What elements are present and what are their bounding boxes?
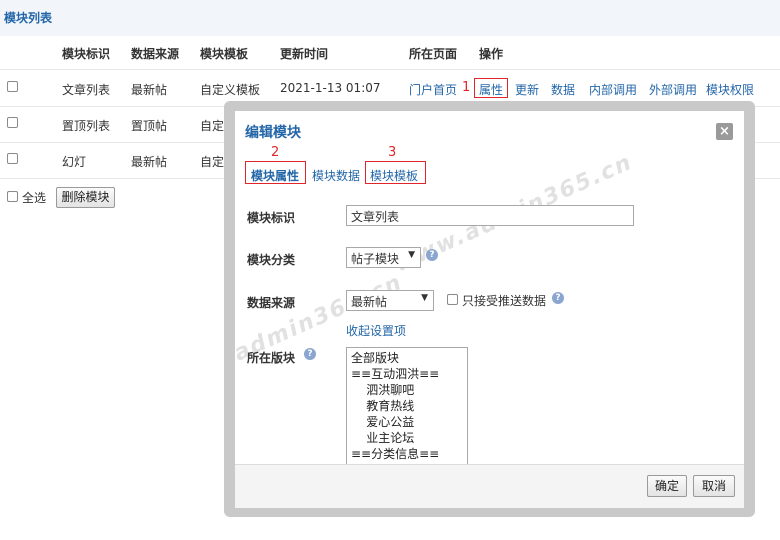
- annotation-3: 3: [388, 145, 397, 160]
- page-link[interactable]: 门户首页: [409, 81, 457, 98]
- page-title: 模块列表: [0, 0, 780, 36]
- dialog-footer: 确定 取消: [235, 464, 744, 508]
- delete-module-button[interactable]: 删除模块: [56, 187, 115, 208]
- cell-module-id: 文章列表: [62, 83, 111, 97]
- help-icon[interactable]: ?: [426, 249, 438, 261]
- board-option[interactable]: 业主论坛: [351, 430, 414, 446]
- action-permissions-link[interactable]: 模块权限: [706, 81, 754, 98]
- divider: [0, 69, 780, 70]
- edit-module-dialog: www.admin365.cn www.admin365.cn 编辑模块 × 2…: [235, 111, 744, 508]
- action-data-link[interactable]: 数据: [551, 81, 575, 98]
- help-icon[interactable]: ?: [552, 292, 564, 304]
- close-icon[interactable]: ×: [716, 123, 733, 140]
- tab-module-template[interactable]: 模块模板: [370, 167, 418, 184]
- col-header-source: 数据来源: [131, 47, 180, 61]
- board-option[interactable]: 教育热线: [351, 398, 414, 414]
- action-properties-link[interactable]: 属性: [479, 81, 503, 98]
- collapse-settings-link[interactable]: 收起设置项: [346, 322, 406, 339]
- annotation-2: 2: [271, 145, 280, 160]
- cell-module-id: 置顶列表: [62, 119, 111, 133]
- cell-source: 最新帖: [131, 83, 168, 97]
- row-checkbox[interactable]: [7, 117, 18, 128]
- module-category-value: 帖子模块: [351, 252, 400, 266]
- select-all-checkbox[interactable]: [7, 191, 18, 202]
- select-all-label: 全选: [22, 191, 47, 205]
- row-checkbox[interactable]: [7, 81, 18, 92]
- module-category-select[interactable]: 帖子模块 ▼: [346, 247, 421, 268]
- dialog-title: 编辑模块: [245, 125, 301, 141]
- cell-template: 自定义模板: [200, 83, 261, 97]
- cell-module-id: 幻灯: [62, 155, 87, 169]
- tab-module-properties[interactable]: 模块属性: [251, 167, 299, 184]
- dropdown-arrow-icon: ▼: [408, 250, 415, 260]
- tab-module-data[interactable]: 模块数据: [312, 167, 360, 184]
- cancel-button[interactable]: 取消: [693, 475, 735, 497]
- board-listbox[interactable]: 全部版块 ≡≡互动泗洪≡≡ 泗洪聊吧 教育热线 爱心公益 业主论坛 ≡≡分类信息…: [346, 347, 468, 472]
- module-id-input[interactable]: 文章列表: [346, 205, 634, 226]
- board-option[interactable]: 泗洪聊吧: [351, 382, 414, 398]
- data-source-value: 最新帖: [351, 295, 388, 309]
- col-header-time: 更新时间: [280, 47, 329, 61]
- board-option[interactable]: 爱心公益: [351, 414, 414, 430]
- action-internal-call-link[interactable]: 内部调用: [589, 81, 637, 98]
- action-update-link[interactable]: 更新: [515, 81, 539, 98]
- help-icon[interactable]: ?: [304, 348, 316, 360]
- row-checkbox[interactable]: [7, 153, 18, 164]
- data-source-label: 数据来源: [247, 296, 296, 310]
- data-source-select[interactable]: 最新帖 ▼: [346, 290, 434, 311]
- board-option[interactable]: ≡≡互动泗洪≡≡: [351, 366, 439, 382]
- cell-source: 置顶帖: [131, 119, 168, 133]
- col-header-actions: 操作: [479, 47, 504, 61]
- col-header-page: 所在页面: [409, 47, 458, 61]
- push-only-label: 只接受推送数据: [462, 294, 547, 308]
- cell-update-time: 2021-1-13 01:07: [280, 81, 381, 95]
- board-option[interactable]: ≡≡分类信息≡≡: [351, 446, 439, 462]
- dropdown-arrow-icon: ▼: [421, 293, 428, 303]
- push-only-checkbox[interactable]: [447, 294, 458, 305]
- cell-template: 自定: [200, 119, 225, 133]
- confirm-button[interactable]: 确定: [647, 475, 687, 497]
- board-option[interactable]: 全部版块: [351, 350, 399, 366]
- action-external-call-link[interactable]: 外部调用: [649, 81, 697, 98]
- board-label: 所在版块: [247, 351, 296, 365]
- col-header-id: 模块标识: [62, 47, 111, 61]
- cell-template: 自定: [200, 155, 225, 169]
- col-header-template: 模块模板: [200, 47, 249, 61]
- module-id-label: 模块标识: [247, 211, 296, 225]
- annotation-1: 1: [462, 80, 471, 95]
- module-category-label: 模块分类: [247, 253, 296, 267]
- cell-source: 最新帖: [131, 155, 168, 169]
